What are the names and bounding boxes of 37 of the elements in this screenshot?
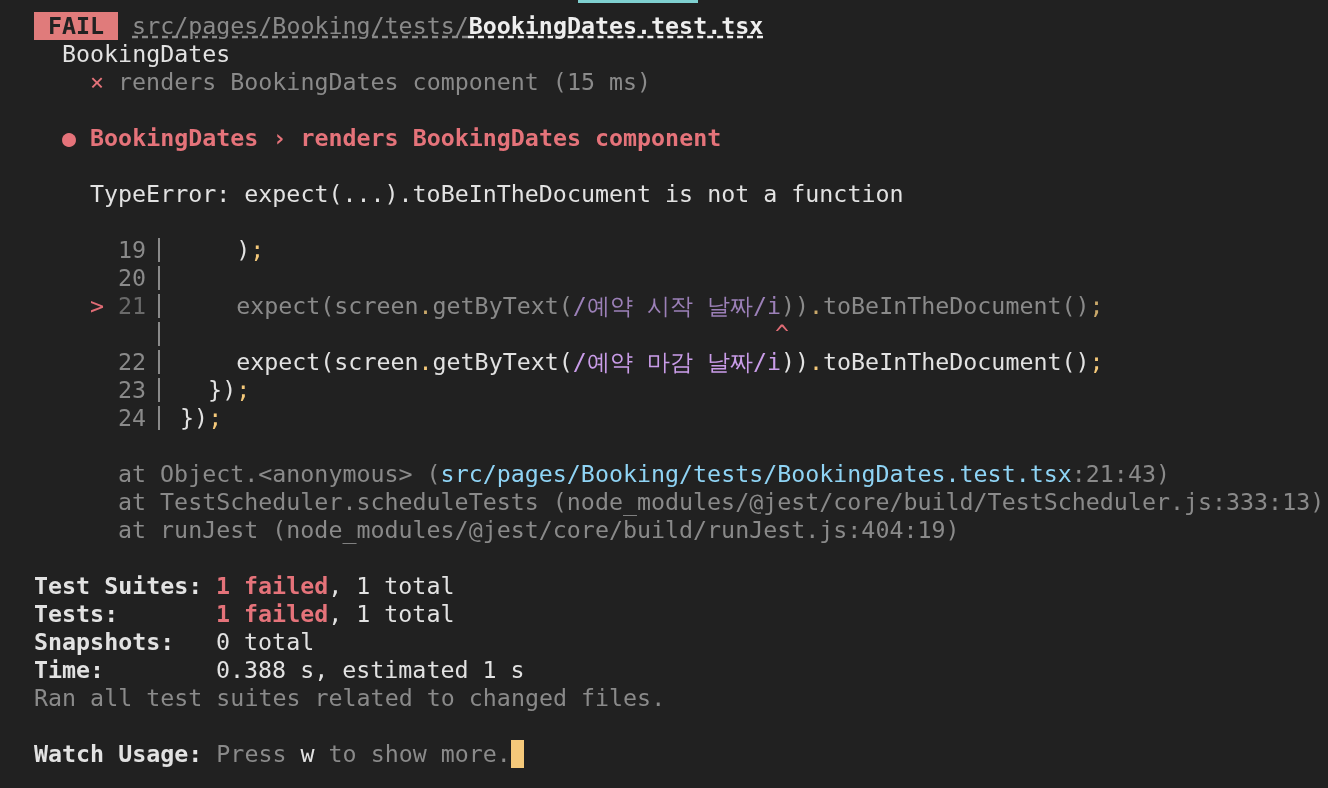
stack-trace-line: at Object.<anonymous> (src/pages/Booking/tests/BookingDates.test.tsx:21:43) [118, 460, 1170, 488]
fail-label: FAIL [34, 12, 119, 40]
text-cursor [510, 740, 524, 768]
line-number: 24 [118, 404, 147, 432]
line-number: 20 [118, 264, 147, 292]
line-number: 19 [118, 236, 147, 264]
fail-mark: × [90, 68, 105, 96]
line-number: 23 [118, 376, 147, 404]
code-line: ); [235, 236, 265, 264]
line-number: 22 [118, 348, 147, 376]
summary-value: 1 failed, 1 total [216, 600, 455, 628]
summary-value: 1 failed, 1 total [216, 572, 455, 600]
summary-note: Ran all test suites related to changed files. [34, 684, 666, 712]
failure-title: BookingDates › renders BookingDates component [90, 124, 722, 152]
summary-label: Time: [34, 656, 106, 684]
watch-usage-hint: Press w to show more. [216, 740, 511, 768]
summary-value: 0 total [216, 628, 315, 656]
error-line-marker: > [90, 292, 106, 320]
summary-label: Snapshots: [34, 628, 176, 656]
test-name: renders BookingDates component (15 ms) [118, 68, 652, 96]
code-line: }); [207, 376, 251, 404]
error-caret: ^ [775, 320, 790, 348]
summary-label: Test Suites: [34, 572, 204, 600]
code-line: expect(screen.getByText(/예약 마감 날짜/i)).toBeInTheDocument(); [235, 348, 1104, 376]
summary-value: 0.388 s, estimated 1 s [216, 656, 525, 684]
watch-usage-label: Watch Usage: [34, 740, 203, 768]
suite-name: BookingDates [62, 40, 231, 68]
code-line: }); [180, 404, 223, 432]
code-line: expect(screen.getByText(/예약 시작 날짜/i)).toBeInTheDocument(); [235, 292, 1104, 320]
error-message: TypeError: expect(...).toBeInTheDocument is not a function [90, 180, 904, 208]
line-number: 21 [118, 292, 147, 320]
stack-trace-line: at runJest (node_modules/@jest/core/build/runJest.js:404:19) [118, 516, 960, 544]
file-path-dir: src/pages/Booking/tests/ [132, 12, 469, 40]
stack-trace-line: at TestScheduler.scheduleTests (node_modules/@jest/core/build/TestScheduler.js:333:13) [118, 488, 1325, 516]
summary-label: Tests: [34, 600, 120, 628]
file-name: BookingDates.test.tsx [468, 12, 764, 40]
failure-bullet: ● [62, 124, 77, 152]
